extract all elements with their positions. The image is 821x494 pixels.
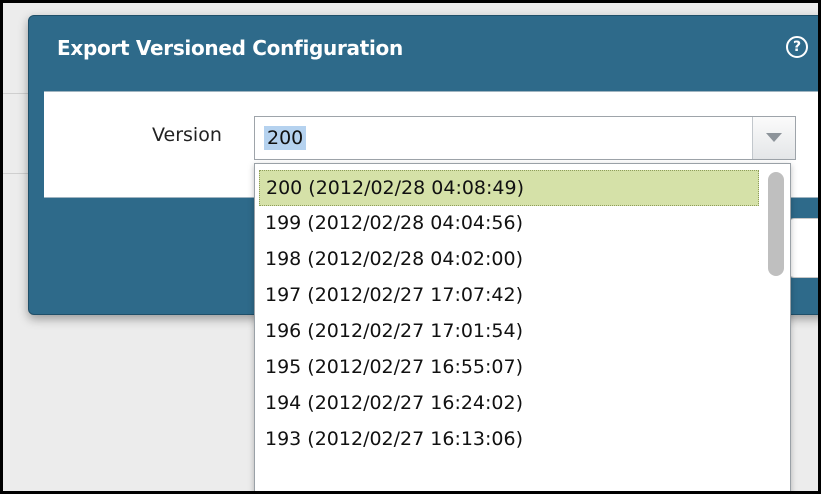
scrollbar-thumb[interactable] — [768, 172, 784, 276]
chevron-down-icon — [766, 133, 782, 142]
help-icon[interactable]: ? — [786, 36, 808, 58]
background-divider — [3, 173, 28, 174]
version-label: Version — [152, 124, 222, 146]
dropdown-option[interactable]: 195 (2012/02/27 16:55:07) — [259, 350, 759, 386]
dialog-action-button[interactable] — [788, 218, 818, 278]
screen-frame: Export Versioned Configuration ? Version… — [0, 0, 821, 494]
version-dropdown-list[interactable]: 200 (2012/02/28 04:08:49) 199 (2012/02/2… — [254, 163, 791, 491]
background-divider — [3, 93, 28, 94]
dropdown-option[interactable]: 199 (2012/02/28 04:04:56) — [259, 206, 759, 242]
version-value[interactable]: 200 — [264, 126, 307, 150]
dropdown-arrow-button[interactable] — [752, 117, 795, 159]
dropdown-option[interactable]: 197 (2012/02/27 17:07:42) — [259, 278, 759, 314]
dropdown-option[interactable]: 194 (2012/02/27 16:24:02) — [259, 386, 759, 422]
dialog-title: Export Versioned Configuration — [57, 36, 403, 60]
dropdown-option[interactable]: 193 (2012/02/27 16:13:06) — [259, 422, 759, 458]
version-combobox[interactable]: 200 — [254, 116, 796, 160]
dropdown-option[interactable]: 196 (2012/02/27 17:01:54) — [259, 314, 759, 350]
dropdown-option[interactable]: 198 (2012/02/28 04:02:00) — [259, 242, 759, 278]
dropdown-option-selected[interactable]: 200 (2012/02/28 04:08:49) — [259, 170, 759, 206]
